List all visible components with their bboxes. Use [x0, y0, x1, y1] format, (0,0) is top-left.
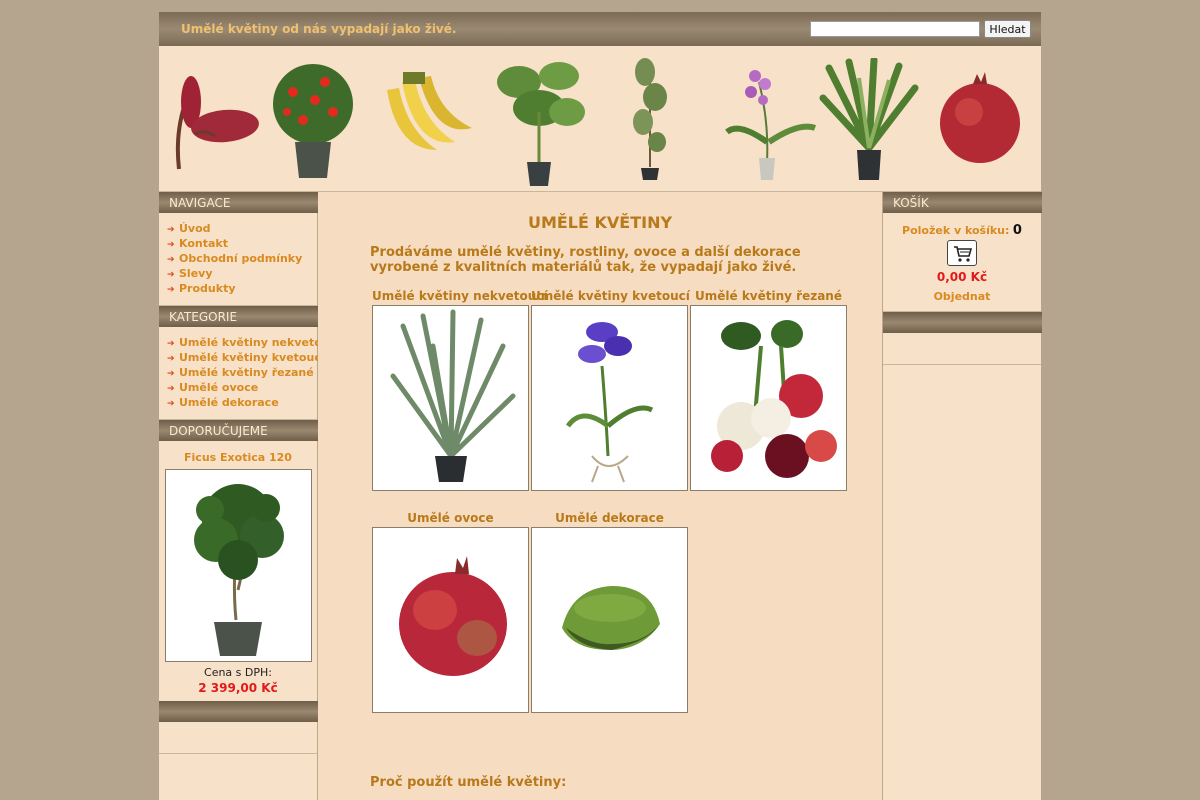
- top-bar: Umělé květiny od nás vypadají jako živé.…: [159, 12, 1041, 46]
- arrow-icon: ➔: [167, 255, 175, 265]
- recommended-product-image[interactable]: [164, 469, 312, 662]
- pomegranate-image: [399, 556, 507, 676]
- agave-image: [390, 309, 516, 482]
- empty-right-heading: [883, 312, 1042, 333]
- recommended-product: Ficus Exotica 120 Cena s DPH: 2 399,00 K…: [159, 441, 317, 701]
- moss-image: [562, 586, 660, 650]
- category-link[interactable]: Umělé květiny nekvetoucí: [179, 336, 340, 349]
- rose-bush-image: [273, 64, 353, 178]
- category-item-kvetouci[interactable]: ➔ Umělé květiny kvetoucí: [167, 351, 325, 366]
- pomegranate-banner-image: [940, 72, 1020, 163]
- cart-heading: KOŠÍK: [883, 192, 1042, 213]
- navigation-list: ➔ Úvod ➔ Kontakt ➔ Obchodní podmínky ➔ Slevy…: [159, 213, 317, 306]
- nav-item-slevy[interactable]: ➔ Slevy: [167, 267, 317, 282]
- bananas-image: [387, 72, 472, 150]
- cart-count: 0: [1012, 223, 1022, 238]
- categories-list: ➔ Umělé květiny nekvetoucí ➔ Umělé květiny…: [159, 327, 340, 420]
- recommend-heading: DOPORUČUJEME: [159, 420, 318, 441]
- nav-link[interactable]: Úvod: [179, 222, 211, 235]
- category-image[interactable]: [531, 527, 688, 713]
- category-card-kvetouci[interactable]: Umělé květiny kvetoucí: [531, 289, 690, 491]
- search-button[interactable]: Hledat: [984, 20, 1031, 38]
- arrow-icon: ➔: [167, 339, 175, 349]
- category-image[interactable]: [690, 305, 847, 491]
- site-slogan: Umělé květiny od nás vypadají jako živé.: [181, 22, 457, 36]
- category-item-dekorace[interactable]: ➔ Umělé dekorace: [167, 396, 317, 411]
- arrow-icon: ➔: [167, 354, 175, 364]
- category-item-rezane[interactable]: ➔ Umělé květiny řezané: [167, 366, 317, 381]
- category-title[interactable]: Umělé ovoce: [372, 511, 529, 527]
- arrow-icon: ➔: [167, 225, 175, 235]
- recommended-product-price: 2 399,00 Kč: [198, 681, 278, 695]
- orchid-image: [725, 70, 817, 180]
- spiky-plant-image: [819, 58, 919, 180]
- header-banner: [159, 46, 1041, 192]
- leaf-plant-image: [497, 62, 585, 186]
- arrow-icon: ➔: [167, 270, 175, 280]
- nav-link[interactable]: Produkty: [179, 282, 236, 295]
- cart-count-label: Položek v košíku:: [902, 224, 1010, 237]
- cart-box: Položek v košíku: 0 0,00 Kč Objednat: [883, 213, 1041, 312]
- tulips-image: [711, 320, 837, 478]
- navigation-heading: NAVIGACE: [159, 192, 318, 213]
- category-card-dekorace[interactable]: Umělé dekorace: [531, 511, 688, 713]
- categories-heading: KATEGORIE: [159, 306, 318, 327]
- nav-link[interactable]: Kontakt: [179, 237, 228, 250]
- slim-tree-image: [633, 58, 667, 180]
- category-title[interactable]: Umělé květiny řezané: [690, 289, 847, 305]
- category-image[interactable]: [531, 305, 688, 491]
- nav-item-kontakt[interactable]: ➔ Kontakt: [167, 237, 317, 252]
- price-label: Cena s DPH:: [204, 666, 272, 679]
- recommended-product-name[interactable]: Ficus Exotica 120: [159, 451, 317, 464]
- cart-total: 0,00 Kč: [936, 270, 988, 284]
- nav-link[interactable]: Slevy: [179, 267, 213, 280]
- arrow-icon: ➔: [167, 369, 175, 379]
- empty-left-box: [159, 722, 317, 754]
- page-title: UMĚLÉ KVĚTINY: [527, 213, 673, 232]
- iris-image: [565, 322, 654, 483]
- search-input[interactable]: [810, 21, 980, 37]
- order-link[interactable]: Objednat: [883, 290, 1041, 303]
- arrow-icon: ➔: [167, 240, 175, 250]
- category-link[interactable]: Umělé květiny kvetoucí: [179, 351, 325, 364]
- page-wrapper: Umělé květiny od nás vypadají jako živé.…: [159, 12, 1042, 800]
- empty-right-box: [883, 333, 1041, 365]
- nav-item-produkty[interactable]: ➔ Produkty: [167, 282, 317, 297]
- category-link[interactable]: Umělé ovoce: [179, 381, 258, 394]
- category-item-nekvetouci[interactable]: ➔ Umělé květiny nekvetoucí: [167, 336, 340, 351]
- arrow-icon: ➔: [167, 285, 175, 295]
- empty-left-heading: [159, 701, 318, 722]
- category-card-rezane[interactable]: Umělé květiny řezané: [690, 289, 847, 491]
- category-title[interactable]: Umělé dekorace: [531, 511, 688, 527]
- left-sidebar: NAVIGACE ➔ Úvod ➔ Kontakt ➔ Obchodní podmín…: [159, 192, 340, 800]
- category-image[interactable]: [372, 527, 529, 713]
- shopping-cart-icon[interactable]: [947, 240, 977, 266]
- arrow-icon: ➔: [167, 384, 175, 394]
- category-link[interactable]: Umělé dekorace: [179, 396, 279, 409]
- banksia-image: [175, 76, 259, 170]
- nav-link[interactable]: Obchodní podmínky: [179, 252, 302, 265]
- nav-item-uvod[interactable]: ➔ Úvod: [167, 222, 317, 237]
- intro-text: Prodáváme umělé květiny, rostliny, ovoce…: [370, 245, 801, 275]
- arrow-icon: ➔: [167, 399, 175, 409]
- right-sidebar: KOŠÍK Položek v košíku: 0 0,00 Kč Objedn…: [882, 192, 1042, 800]
- nav-item-obchodni-podminky[interactable]: ➔ Obchodní podmínky: [167, 252, 317, 267]
- ficus-image: [193, 484, 284, 656]
- category-card-ovoce[interactable]: Umělé ovoce: [372, 511, 529, 713]
- category-title[interactable]: Umělé květiny kvetoucí: [531, 289, 690, 305]
- category-link[interactable]: Umělé květiny řezané: [179, 366, 314, 379]
- category-image[interactable]: [372, 305, 529, 491]
- category-card-nekvetouci[interactable]: Umělé květiny nekvetoucí: [372, 289, 548, 491]
- cart-count-row: Položek v košíku: 0: [883, 223, 1041, 238]
- category-item-ovoce[interactable]: ➔ Umělé ovoce: [167, 381, 317, 396]
- main-content: UMĚLÉ KVĚTINY Prodáváme umělé květiny, r…: [318, 192, 882, 800]
- why-heading: Proč použít umělé květiny:: [370, 775, 567, 790]
- category-title[interactable]: Umělé květiny nekvetoucí: [372, 289, 548, 305]
- cart-glyph: [954, 246, 973, 262]
